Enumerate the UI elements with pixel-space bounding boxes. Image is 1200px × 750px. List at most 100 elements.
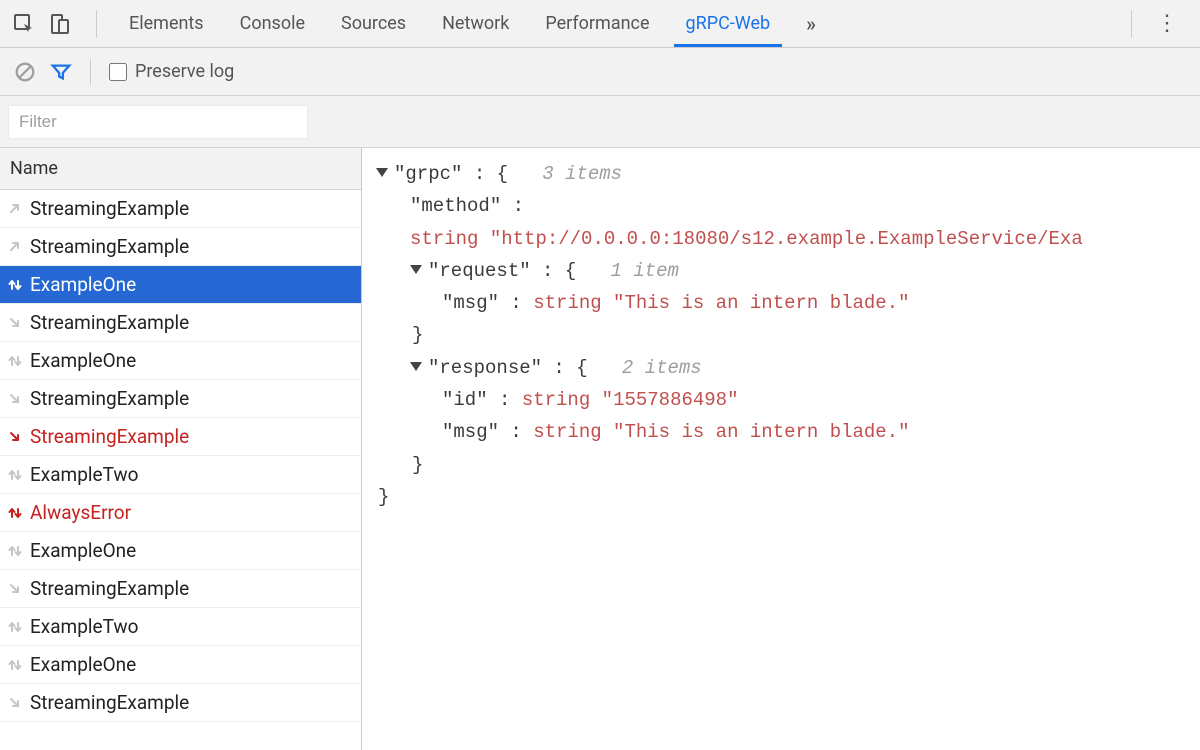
json-type: string (533, 292, 601, 314)
request-name: StreamingExample (30, 311, 189, 334)
tab-elements[interactable]: Elements (111, 0, 222, 47)
panel-toolbar: Preserve log (0, 48, 1200, 96)
list-item[interactable]: ExampleOne (0, 646, 361, 684)
arrows-updown-icon (6, 656, 24, 674)
request-list: StreamingExample StreamingExample ExampleO… (0, 190, 361, 750)
request-name: StreamingExample (30, 197, 189, 220)
column-header-name[interactable]: Name (0, 148, 361, 190)
arrow-up-icon (6, 200, 24, 218)
arrow-down-icon (6, 390, 24, 408)
json-row: } (378, 449, 1186, 481)
json-row[interactable]: "request" : { 1 item (376, 255, 1186, 287)
arrows-updown-icon (6, 276, 24, 294)
json-value: 1557886498 (613, 389, 727, 411)
request-name: AlwaysError (30, 501, 131, 524)
tabbar-divider (96, 10, 97, 38)
request-list-panel: Name StreamingExample StreamingExample Exa… (0, 148, 362, 750)
preserve-log-label: Preserve log (135, 61, 234, 82)
json-row: } (378, 319, 1186, 351)
filter-icon[interactable] (50, 61, 72, 83)
detail-pane: "grpc" : { 3 items "method" : string "ht… (362, 148, 1200, 750)
json-key: grpc (405, 163, 451, 185)
tab-label: Console (240, 13, 305, 34)
chevron-down-icon[interactable] (376, 168, 388, 177)
arrows-updown-icon (6, 542, 24, 560)
column-header-label: Name (10, 158, 58, 179)
tab-console[interactable]: Console (222, 0, 323, 47)
list-item[interactable]: StreamingExample (0, 570, 361, 608)
tabbar-divider-right (1131, 10, 1132, 38)
tab-sources[interactable]: Sources (323, 0, 424, 47)
tab-label: Performance (545, 13, 649, 34)
list-item[interactable]: StreamingExample (0, 418, 361, 456)
list-item[interactable]: ExampleOne (0, 342, 361, 380)
json-key: method (421, 195, 489, 217)
json-key: id (453, 389, 476, 411)
arrow-down-icon (6, 314, 24, 332)
kebab-menu-icon[interactable]: ⋮ (1146, 13, 1188, 35)
arrow-up-icon (6, 238, 24, 256)
arrows-updown-icon (6, 352, 24, 370)
json-row[interactable]: "response" : { 2 items (376, 352, 1186, 384)
request-name: ExampleTwo (30, 463, 139, 486)
json-item-count: 3 items (542, 163, 622, 185)
request-name: ExampleOne (30, 349, 136, 372)
json-row[interactable]: "id" : string "1557886498" (376, 384, 1186, 416)
request-name: StreamingExample (30, 577, 189, 600)
chevron-down-icon[interactable] (410, 265, 422, 274)
json-item-count: 2 items (622, 357, 702, 379)
list-item[interactable]: StreamingExample (0, 190, 361, 228)
tab-network[interactable]: Network (424, 0, 527, 47)
json-key: msg (453, 292, 487, 314)
list-item[interactable]: ExampleOne (0, 266, 361, 304)
chevron-down-icon[interactable] (410, 362, 422, 371)
request-name: ExampleOne (30, 273, 136, 296)
inspect-icon[interactable] (12, 12, 36, 36)
request-name: ExampleOne (30, 653, 136, 676)
json-key: request (439, 260, 519, 282)
json-row[interactable]: "msg" : string "This is an intern blade.… (376, 416, 1186, 448)
list-item[interactable]: ExampleTwo (0, 456, 361, 494)
list-item[interactable]: StreamingExample (0, 684, 361, 722)
request-name: StreamingExample (30, 387, 189, 410)
json-row[interactable]: string "http://0.0.0.0:18080/s12.example… (376, 223, 1186, 255)
list-item[interactable]: StreamingExample (0, 228, 361, 266)
json-row[interactable]: "msg" : string "This is an intern blade.… (376, 287, 1186, 319)
preserve-log-checkbox[interactable] (109, 63, 127, 81)
devtools-tabbar: Elements Console Sources Network Performance… (0, 0, 1200, 48)
tab-label: gRPC-Web (686, 13, 771, 34)
request-name: ExampleOne (30, 539, 136, 562)
tab-performance[interactable]: Performance (527, 0, 667, 47)
list-item[interactable]: StreamingExample (0, 304, 361, 342)
arrow-down-icon (6, 580, 24, 598)
preserve-log-toggle[interactable]: Preserve log (109, 61, 234, 82)
json-row[interactable]: "method" : (376, 190, 1186, 222)
arrow-down-icon (6, 428, 24, 446)
json-key: msg (453, 421, 487, 443)
json-row[interactable]: "grpc" : { 3 items (376, 158, 1186, 190)
list-item[interactable]: AlwaysError (0, 494, 361, 532)
toolbar-divider (90, 59, 91, 85)
json-type: string (533, 421, 601, 443)
device-mode-icon[interactable] (48, 12, 72, 36)
filter-input[interactable] (8, 105, 308, 139)
filter-bar (0, 96, 1200, 148)
tab-label: Elements (129, 13, 204, 34)
list-item[interactable]: ExampleTwo (0, 608, 361, 646)
json-value: http://0.0.0.0:18080/s12.example.Example… (501, 228, 1083, 250)
tabs-more-icon[interactable]: » (788, 0, 834, 47)
list-item[interactable]: ExampleOne (0, 532, 361, 570)
json-row: } (378, 481, 1186, 513)
json-value: This is an intern blade. (624, 421, 898, 443)
json-type: string (522, 389, 590, 411)
arrows-updown-icon (6, 466, 24, 484)
json-key: response (439, 357, 530, 379)
clear-icon[interactable] (14, 61, 36, 83)
request-name: ExampleTwo (30, 615, 139, 638)
tab-grpc-web[interactable]: gRPC-Web (668, 0, 789, 47)
tab-label: Sources (341, 13, 406, 34)
json-value: This is an intern blade. (624, 292, 898, 314)
arrows-updown-icon (6, 504, 24, 522)
list-item[interactable]: StreamingExample (0, 380, 361, 418)
arrows-updown-icon (6, 618, 24, 636)
